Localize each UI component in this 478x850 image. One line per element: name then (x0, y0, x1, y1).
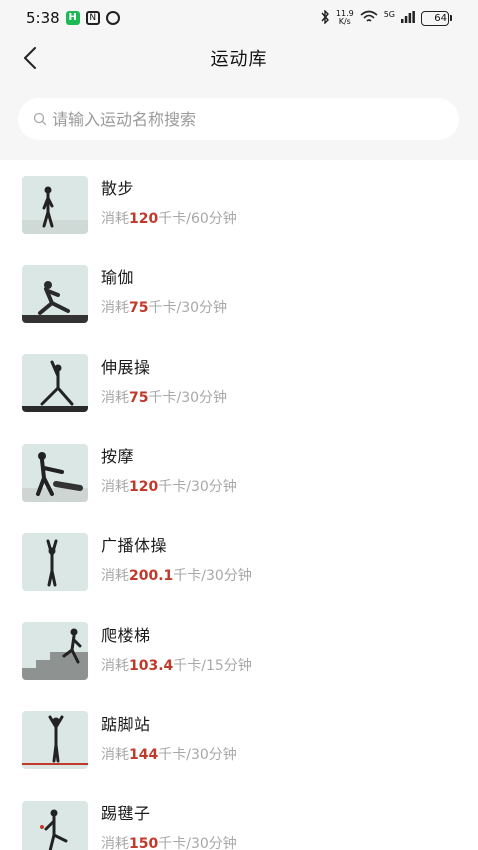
yoga-pose-image (22, 264, 88, 323)
calories-value: 200.1 (129, 568, 174, 585)
battery-level: 64 (434, 12, 447, 24)
signal-label: 5G (383, 9, 395, 19)
calories-prefix: 消耗 (101, 479, 129, 496)
exercise-calories: 消耗103.4千卡/15分钟 (101, 655, 252, 675)
stair-climbing-image (22, 622, 88, 681)
exercise-text: 散步 消耗120千卡/60分钟 (101, 175, 237, 228)
exercise-text: 瑜伽 消耗75千卡/30分钟 (101, 264, 227, 317)
battery-indicator: 64 (421, 10, 452, 26)
calories-unit: 千卡/30分钟 (148, 300, 228, 317)
exercise-name: 伸展操 (101, 357, 151, 377)
calories-prefix: 消耗 (101, 746, 129, 763)
status-right: 11.9 K/s 5G 64 (320, 8, 452, 27)
exercise-calories: 消耗200.1千卡/30分钟 (101, 565, 252, 585)
exercise-name: 散步 (101, 179, 135, 199)
exercise-name: 踮脚站 (101, 714, 151, 734)
stretching-pose-image (22, 354, 88, 413)
exercise-name: 爬楼梯 (101, 625, 151, 645)
calories-value: 120 (129, 479, 159, 496)
chevron-left-icon (24, 47, 36, 69)
nav-bar: 运动库 (0, 36, 478, 80)
exercise-calories: 消耗150千卡/30分钟 (101, 833, 237, 850)
calories-value: 144 (129, 746, 159, 763)
exercise-item[interactable]: 踢毽子 消耗150千卡/30分钟 (0, 785, 478, 850)
exercise-text: 踮脚站 消耗144千卡/30分钟 (101, 711, 237, 764)
exercise-item[interactable]: 伸展操 消耗75千卡/30分钟 (0, 339, 478, 428)
page-title: 运动库 (210, 49, 268, 70)
calories-unit: 千卡/30分钟 (158, 479, 237, 496)
exercise-list: 散步 消耗120千卡/60分钟 瑜伽 消耗75千卡/30分钟 伸展操 消耗75千… (0, 160, 478, 850)
exercise-text: 踢毽子 消耗150千卡/30分钟 (101, 800, 237, 850)
exercise-text: 伸展操 消耗75千卡/30分钟 (101, 354, 227, 407)
exercise-item[interactable]: 踮脚站 消耗144千卡/30分钟 (0, 696, 478, 785)
calories-value: 75 (129, 389, 149, 406)
exercise-item[interactable]: 散步 消耗120千卡/60分钟 (0, 160, 478, 249)
calories-prefix: 消耗 (101, 389, 129, 406)
network-speed: 11.9 K/s (336, 10, 354, 26)
calories-unit: 千卡/60分钟 (158, 211, 237, 228)
calories-prefix: 消耗 (101, 300, 129, 317)
exercise-name: 踢毽子 (101, 804, 151, 824)
calories-prefix: 消耗 (101, 211, 129, 228)
calories-unit: 千卡/30分钟 (148, 389, 228, 406)
calories-value: 120 (129, 211, 159, 228)
exercise-calories: 消耗75千卡/30分钟 (101, 297, 227, 317)
calories-value: 103.4 (129, 657, 174, 674)
search-icon (33, 112, 47, 126)
exercise-name: 广播体操 (101, 536, 168, 556)
exercise-calories: 消耗120千卡/60分钟 (101, 208, 237, 228)
tiptoe-standing-image (22, 711, 88, 770)
alarm-icon (105, 11, 120, 25)
battery-tip (450, 15, 452, 21)
status-left: 5:38 H N (26, 9, 120, 27)
exercise-calories: 消耗75千卡/30分钟 (101, 387, 227, 407)
search-bar[interactable] (18, 98, 459, 140)
massage-image (22, 443, 88, 502)
calories-unit: 千卡/15分钟 (173, 657, 252, 674)
calories-unit: 千卡/30分钟 (158, 836, 237, 850)
calories-prefix: 消耗 (101, 657, 129, 674)
calories-unit: 千卡/30分钟 (173, 568, 252, 585)
calories-value: 150 (129, 836, 159, 850)
search-input[interactable] (52, 109, 432, 129)
notification-h-icon: H (65, 11, 80, 25)
exercise-calories: 消耗120千卡/30分钟 (101, 476, 237, 496)
cellular-signal-icon (401, 10, 415, 26)
exercise-name: 瑜伽 (101, 268, 135, 288)
exercise-text: 广播体操 消耗200.1千卡/30分钟 (101, 532, 252, 585)
exercise-item[interactable]: 按摩 消耗120千卡/30分钟 (0, 428, 478, 517)
exercise-name: 按摩 (101, 447, 135, 467)
exercise-item[interactable]: 广播体操 消耗200.1千卡/30分钟 (0, 517, 478, 606)
calories-unit: 千卡/30分钟 (158, 746, 237, 763)
walking-person-image (22, 175, 88, 234)
shuttlecock-kicking-image (22, 800, 88, 850)
exercise-item[interactable]: 瑜伽 消耗75千卡/30分钟 (0, 249, 478, 338)
notification-n-icon: N (85, 11, 100, 25)
calories-value: 75 (129, 300, 149, 317)
exercise-text: 爬楼梯 消耗103.4千卡/15分钟 (101, 622, 252, 675)
exercise-text: 按摩 消耗120千卡/30分钟 (101, 443, 237, 496)
calories-prefix: 消耗 (101, 836, 129, 850)
exercise-item[interactable]: 爬楼梯 消耗103.4千卡/15分钟 (0, 606, 478, 695)
status-time: 5:38 (26, 9, 60, 27)
status-bar: 5:38 H N 11.9 K/s 5G 64 (0, 0, 478, 36)
back-button[interactable] (14, 42, 46, 74)
battery-icon: 64 (421, 10, 449, 26)
network-speed-unit: K/s (338, 17, 351, 26)
wifi-icon (360, 10, 378, 27)
calories-prefix: 消耗 (101, 568, 129, 585)
exercise-calories: 消耗144千卡/30分钟 (101, 744, 237, 764)
bluetooth-icon (320, 8, 330, 27)
calisthenics-image (22, 532, 88, 591)
